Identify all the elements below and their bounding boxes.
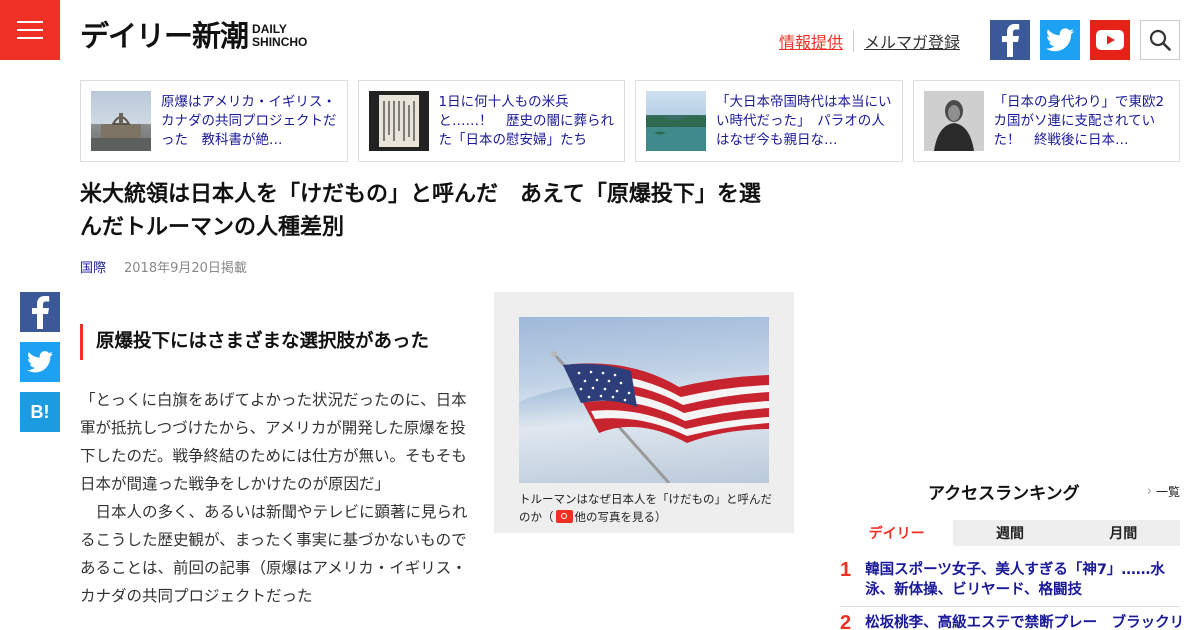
youtube-button[interactable] — [1090, 20, 1130, 60]
related-thumbnail — [923, 91, 984, 151]
related-thumbnail — [91, 91, 151, 151]
ranking-item[interactable]: 2 松坂桃李、高級エステで禁断プレー ブラックリ — [840, 612, 1184, 630]
article-body: 「とっくに白旗をあげてよかった状況だったのに、日本軍が抵抗しつづけたから、アメリ… — [80, 386, 472, 610]
chevron-right-icon: › — [1146, 483, 1152, 499]
ranking-title: アクセスランキング — [928, 483, 1080, 504]
tab-monthly[interactable]: 月間 — [1066, 520, 1180, 546]
share-facebook-button[interactable] — [20, 292, 60, 332]
search-button[interactable] — [1140, 20, 1180, 60]
facebook-icon — [32, 296, 50, 329]
article-meta: 国際 2018年9月20日掲載 — [80, 257, 247, 276]
twitter-button[interactable] — [1040, 20, 1080, 60]
more-photos-link[interactable]: 他の写真を見る — [575, 510, 656, 524]
rank-number: 1 — [840, 559, 852, 581]
article-figure: トルーマンはなぜ日本人を「けだもの」と呼んだのか（ 他の写真を見る） — [494, 292, 794, 533]
figure-caption: トルーマンはなぜ日本人を「けだもの」と呼んだのか（ 他の写真を見る） — [519, 492, 772, 524]
newsletter-link[interactable]: メルマガ登録 — [864, 29, 960, 53]
ranking-item-title: 松坂桃李、高級エステで禁断プレー ブラックリ — [865, 615, 1185, 630]
menu-icon-bar — [17, 37, 43, 39]
related-title: 1日に何十人もの米兵と……！ 歴史の闇に葬られた「日本の慰安婦」たち — [438, 93, 615, 148]
logo-japanese: デイリー新潮 — [80, 19, 249, 53]
article-title: 米大統領は日本人を「けだもの」と呼んだ あえて「原爆投下」を選んだトルーマンの人… — [80, 182, 761, 240]
related-thumbnail — [646, 91, 706, 151]
related-card[interactable]: 原爆はアメリカ・イギリス・カナダの共同プロジェクトだった 教科書が絶… — [80, 80, 348, 162]
related-card[interactable]: 「大日本帝国時代は本当にいい時代だった」 パラオの人はなぜ今も親日な… — [635, 80, 903, 162]
related-card[interactable]: 1日に何十人もの米兵と……！ 歴史の闇に葬られた「日本の慰安婦」たち — [357, 80, 625, 162]
youtube-icon — [1096, 30, 1124, 50]
menu-icon-bar — [17, 21, 43, 23]
site-logo[interactable]: デイリー新潮 DAILY SHINCHO — [80, 18, 307, 54]
info-submit-link[interactable]: 情報提供 — [779, 29, 843, 53]
section-subheading: 原爆投下にはさまざまな選択肢があった — [80, 324, 429, 360]
body-paragraph: 「とっくに白旗をあげてよかった状況だったのに、日本軍が抵抗しつづけたから、アメリ… — [80, 391, 467, 493]
ranking-all-link[interactable]: › 一覧 — [1147, 483, 1180, 500]
facebook-icon — [1002, 24, 1020, 57]
ranking-header: アクセスランキング › 一覧 — [840, 478, 1180, 504]
rank-number: 2 — [840, 612, 852, 630]
related-title: 「大日本帝国時代は本当にいい時代だった」 パラオの人はなぜ今も親日な… — [716, 93, 892, 148]
related-title: 原爆はアメリカ・イギリス・カナダの共同プロジェクトだった 教科書が絶… — [161, 93, 337, 148]
twitter-icon — [27, 351, 53, 373]
facebook-button[interactable] — [990, 20, 1030, 60]
publish-date: 2018年9月20日掲載 — [124, 261, 247, 276]
related-title: 「日本の身代わり」で東欧2カ国がソ連に支配されていた！ 終戦後に日本… — [993, 93, 1165, 148]
related-card[interactable]: 「日本の身代わり」で東欧2カ国がソ連に支配されていた！ 終戦後に日本… — [912, 80, 1180, 162]
ranking-tabs: デイリー 週間 月間 — [840, 520, 1180, 546]
category-link[interactable]: 国際 — [80, 257, 106, 276]
body-paragraph: 日本人の多く、あるいは新聞やテレビに顕著に見られるこうした歴史観が、まったく事実… — [80, 503, 468, 605]
hatena-bookmark-icon: B! — [30, 401, 50, 422]
share-twitter-button[interactable] — [20, 342, 60, 382]
menu-icon-bar — [17, 29, 43, 31]
header-links: 情報提供 メルマガ登録 — [779, 29, 960, 53]
tab-daily[interactable]: デイリー — [840, 520, 954, 546]
share-hatena-button[interactable]: B! — [20, 392, 60, 432]
divider — [853, 30, 855, 52]
camera-icon — [555, 510, 573, 523]
related-thumbnail — [368, 91, 429, 151]
twitter-icon — [1046, 28, 1074, 52]
ranking-item[interactable]: 1 韓国スポーツ女子、美人すぎる「神7」……水泳、新体操、ビリヤード、格闘技 — [840, 560, 1180, 607]
tab-weekly[interactable]: 週間 — [953, 520, 1067, 546]
menu-button[interactable] — [0, 0, 60, 60]
related-articles: 原爆はアメリカ・イギリス・カナダの共同プロジェクトだった 教科書が絶… 1日に何… — [80, 80, 1180, 162]
logo-english: DAILY SHINCHO — [252, 22, 308, 49]
search-icon — [1149, 29, 1171, 51]
flag-photo[interactable] — [519, 317, 769, 483]
access-ranking: アクセスランキング › 一覧 デイリー 週間 月間 1 韓国スポーツ女子、美人す… — [840, 478, 1184, 630]
ranking-item-title: 韓国スポーツ女子、美人すぎる「神7」……水泳、新体操、ビリヤード、格闘技 — [865, 562, 1165, 598]
